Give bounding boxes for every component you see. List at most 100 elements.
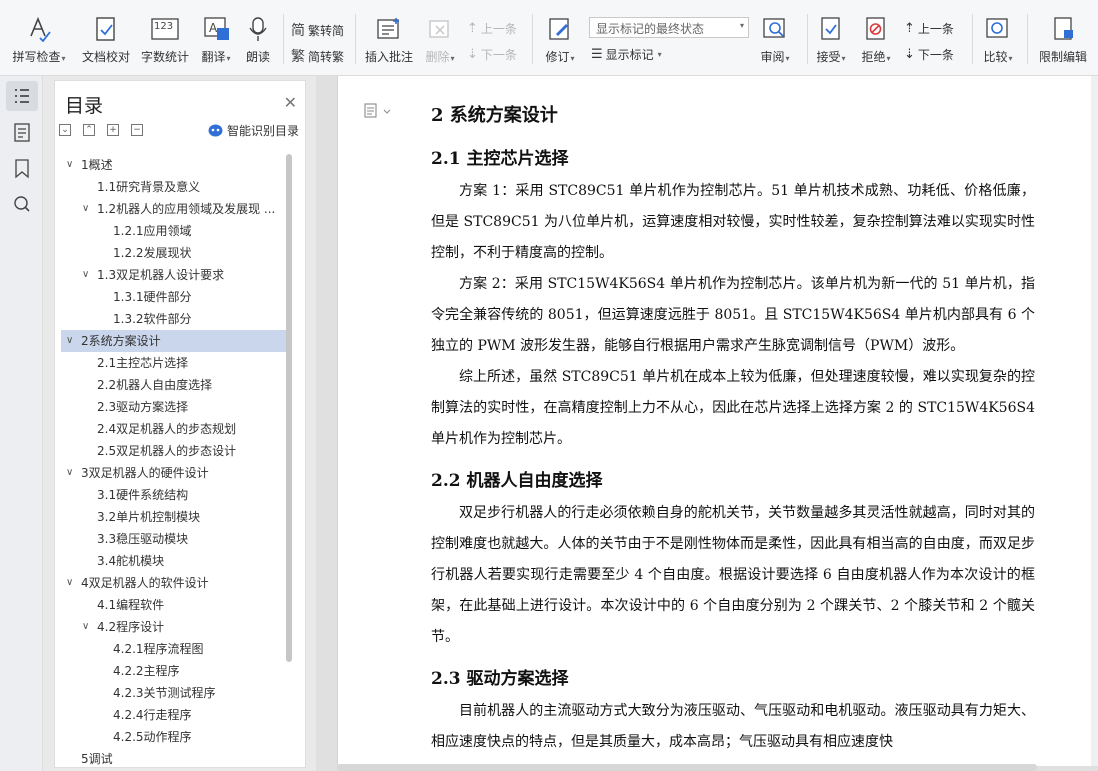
toc-item[interactable]: 1.2.1应用领域 [61,220,287,242]
chevron-down-icon: ▾ [739,21,744,30]
review-button[interactable]: 审阅▾ [754,0,796,76]
toc-item[interactable]: 4.2.3关节测试程序 [61,682,287,704]
toc-item-label: 1.3.1硬件部分 [113,290,192,304]
lock-doc-icon [1054,17,1073,40]
chevron-down-icon[interactable]: ∨ [66,462,73,484]
toc-item-label: 4.2.5动作程序 [113,730,192,744]
toc-item[interactable]: 1.2.2发展现状 [61,242,287,264]
revise-button[interactable]: 修订▾ [538,0,582,76]
insert-comment-button[interactable]: 插入批注 [362,0,416,76]
toc-item[interactable]: ∨ 4双足机器人的软件设计 [61,572,287,594]
prev-comment-button[interactable]: ⇡ 上一条 [467,20,517,37]
chevron-down-icon[interactable]: ∨ [82,198,89,220]
toc-item[interactable]: 4.2.1程序流程图 [61,638,287,660]
toc-item[interactable]: ∨ 1概述 [61,154,287,176]
heading-2-2: 2.2 机器人自由度选择 [431,471,603,491]
delete-comment-button[interactable]: 删除▾ [420,0,460,76]
compare-icon [986,18,1008,38]
toc-item[interactable]: 1.3.2软件部分 [61,308,287,330]
translate-button[interactable]: A 翻译▾ [196,0,236,76]
heading-2-1: 2.1 主控芯片选择 [431,149,569,169]
revise-icon [549,18,569,40]
toc-item[interactable]: ∨ 2系统方案设计 [61,330,287,352]
toc-item[interactable]: 5调试 [61,748,287,770]
search-nav-button[interactable] [6,189,38,219]
ribbon-separator [972,14,973,64]
vertical-scrollbar[interactable] [1091,76,1098,766]
heading-2-3: 2.3 驱动方案选择 [431,669,569,689]
remove-heading-icon[interactable]: − [131,124,143,136]
toc-item[interactable]: 4.2.4行走程序 [61,704,287,726]
paragraph: 方案 1：采用 STC89C51 单片机作为控制芯片。51 单片机技术成熟、功耗… [431,183,1035,261]
compare-button[interactable]: 比较▾ [977,0,1019,76]
display-state-select[interactable]: 显示标记的最终状态 ▾ [589,17,749,38]
toc-item[interactable]: 3.4舵机模块 [61,550,287,572]
toc-title: 目录 [65,95,104,117]
toc-item[interactable]: 2.2机器人自由度选择 [61,374,287,396]
toc-item[interactable]: 4.2.2主程序 [61,660,287,682]
toc-item-label: 1概述 [81,158,113,172]
expand-all-icon[interactable]: ⌃ [83,124,95,136]
paragraph: 方案 2：采用 STC15W4K56S4 单片机作为控制芯片。该单片机为新一代的… [431,276,1035,354]
toc-item[interactable]: ∨ 1.3双足机器人设计要求 [61,264,287,286]
toc-item[interactable]: 2.1主控芯片选择 [61,352,287,374]
restrict-edit-button[interactable]: 限制编辑 [1034,0,1092,76]
ribbon-separator [283,14,284,64]
paragraph: 目前机器人的主流驱动方式大致分为液压驱动、气压驱动和电机驱动。液压驱动具有力矩大… [431,703,1035,750]
show-marks-button[interactable]: ☰ 显示标记 ▾ [591,46,662,63]
chevron-down-icon[interactable]: ∨ [82,264,89,286]
read-aloud-button[interactable]: 朗读 [240,0,276,76]
toc-item-label: 2系统方案设计 [81,334,161,348]
spell-check-button[interactable]: 拼写检查▾ [8,0,70,76]
chevron-down-icon[interactable]: ∨ [82,616,89,638]
ribbon-separator [1027,14,1028,64]
toc-item[interactable]: 4.2.5动作程序 [61,726,287,748]
paragraph: 综上所述，虽然 STC89C51 单片机在成本上较为低廉，但处理速度较慢，难以实… [431,369,1035,447]
paragraph-handle-icon[interactable] [364,103,392,119]
reject-button[interactable]: 拒绝▾ [857,0,895,76]
read-aloud-icon [249,17,267,41]
toc-item[interactable]: 4.1编程软件 [61,594,287,616]
toc-item-label: 3.1硬件系统结构 [97,488,189,502]
toc-item[interactable]: ∨ 4.2程序设计 [61,616,287,638]
bookmark-nav-button[interactable] [6,153,38,183]
toc-item[interactable]: 2.4双足机器人的步态规划 [61,418,287,440]
toc-item-label: 4.1编程软件 [97,598,165,612]
toc-item[interactable]: 1.3.1硬件部分 [61,286,287,308]
toc-item[interactable]: 3.2单片机控制模块 [61,506,287,528]
chevron-down-icon[interactable]: ∨ [66,330,73,352]
toc-item[interactable]: 2.3驱动方案选择 [61,396,287,418]
heading-chapter-2: 2 系统方案设计 [431,105,558,126]
doc-check-button[interactable]: 文档校对 [78,0,134,76]
outline-nav-button[interactable] [6,117,38,147]
toc-item[interactable]: 3.3稳压驱动模块 [61,528,287,550]
toc-item-label: 1.2机器人的应用领域及发展现 ... [97,202,276,216]
toc-item-label: 3.4舵机模块 [97,554,165,568]
chevron-down-icon[interactable]: ∨ [66,154,73,176]
toc-item-label: 5调试 [81,752,113,766]
accept-button[interactable]: 接受▾ [812,0,850,76]
toc-item[interactable]: 1.1研究背景及意义 [61,176,287,198]
toc-item[interactable]: ∨ 1.2机器人的应用领域及发展现 ... [61,198,287,220]
toc-item[interactable]: 2.5双足机器人的步态设计 [61,440,287,462]
collapse-all-icon[interactable]: ⌄ [59,124,71,136]
horizontal-scrollbar[interactable] [337,764,1037,771]
simp-to-trad-button[interactable]: 繁 简转繁 [291,46,344,66]
toc-nav-button[interactable] [6,81,38,111]
toc-item[interactable]: 3.1硬件系统结构 [61,484,287,506]
toc-item[interactable]: ∨ 3双足机器人的硬件设计 [61,462,287,484]
trad-to-simp-button[interactable]: 简 繁转简 [291,20,344,40]
smart-toc-button[interactable]: 智能识别目录 [208,122,299,139]
close-icon[interactable]: ✕ [284,93,297,112]
toc-item-label: 2.3驱动方案选择 [97,400,189,414]
add-heading-icon[interactable]: + [107,124,119,136]
toc-item-label: 4双足机器人的软件设计 [81,576,209,590]
word-count-button[interactable]: 123 字数统计 [138,0,192,76]
prev-change-button[interactable]: ⇡ 上一条 [904,20,954,37]
chevron-down-icon[interactable]: ∨ [66,572,73,594]
next-change-button[interactable]: ⇣ 下一条 [904,46,954,63]
toc-scrollbar[interactable] [286,154,292,662]
bookmark-icon [15,159,29,179]
toc-item-label: 4.2.3关节测试程序 [113,686,216,700]
next-comment-button[interactable]: ⇣ 下一条 [467,46,517,63]
